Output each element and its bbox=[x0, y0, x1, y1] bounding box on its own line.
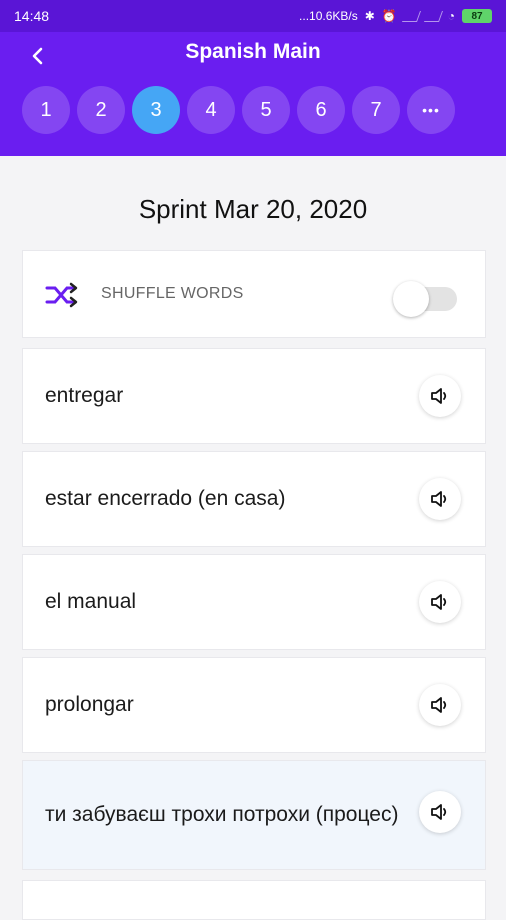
battery-level: 87 bbox=[471, 10, 483, 22]
word-card[interactable]: estar encerrado (en casa) bbox=[22, 451, 486, 547]
word-card-partial[interactable] bbox=[22, 880, 486, 920]
word-text: entregar bbox=[45, 384, 124, 408]
bluetooth-icon: ✱ bbox=[364, 9, 375, 23]
word-text: prolongar bbox=[45, 693, 134, 717]
word-card[interactable]: entregar bbox=[22, 348, 486, 444]
sprint-title: Sprint Mar 20, 2020 bbox=[138, 194, 368, 224]
status-bar: 14:48 ...10.6KB/s ✱ ⏰ ◔ 87 bbox=[0, 0, 506, 32]
wifi-icon: ◔ bbox=[447, 9, 455, 23]
word-text: estar encerrado (en casa) bbox=[45, 487, 286, 511]
status-icons: ...10.6KB/s ✱ ⏰ ◔ 87 bbox=[299, 9, 492, 23]
app-header: Spanish Main 1 2 3 4 5 6 7 ••• bbox=[0, 32, 506, 156]
tab-1[interactable]: 1 bbox=[22, 86, 70, 134]
signal-icon-2 bbox=[423, 10, 443, 22]
shuffle-label: SHUFFLE WORDS bbox=[101, 285, 244, 302]
word-text: ти забуваєш трохи потрохи (процес) bbox=[45, 803, 399, 827]
speaker-icon bbox=[431, 804, 447, 820]
shuffle-card: SHUFFLE WORDS bbox=[22, 250, 486, 338]
sprint-tabs: 1 2 3 4 5 6 7 ••• bbox=[22, 86, 455, 134]
network-speed: ...10.6KB/s bbox=[299, 9, 358, 23]
tab-2[interactable]: 2 bbox=[77, 86, 125, 134]
word-card[interactable]: el manual bbox=[22, 554, 486, 650]
speaker-button[interactable] bbox=[419, 478, 461, 520]
alarm-icon: ⏰ bbox=[381, 9, 397, 23]
speaker-button[interactable] bbox=[419, 684, 461, 726]
toggle-knob bbox=[393, 281, 429, 317]
speaker-icon bbox=[431, 388, 447, 404]
tab-more[interactable]: ••• bbox=[407, 86, 455, 134]
shuffle-toggle[interactable] bbox=[393, 275, 457, 317]
tab-4[interactable]: 4 bbox=[187, 86, 235, 134]
word-text: el manual bbox=[45, 590, 137, 614]
word-card[interactable]: prolongar bbox=[22, 657, 486, 753]
tab-5[interactable]: 5 bbox=[242, 86, 290, 134]
page-title: Spanish Main bbox=[185, 40, 321, 63]
speaker-icon bbox=[431, 491, 447, 507]
speaker-button[interactable] bbox=[419, 791, 461, 833]
signal-icon bbox=[401, 10, 421, 22]
speaker-button[interactable] bbox=[419, 581, 461, 623]
shuffle-icon bbox=[45, 282, 78, 308]
main-content: Sprint Mar 20, 2020 SHUFFLE WORDS entreg… bbox=[0, 156, 506, 920]
speaker-icon bbox=[431, 697, 447, 713]
speaker-button[interactable] bbox=[419, 375, 461, 417]
tab-3[interactable]: 3 bbox=[132, 86, 180, 134]
word-card[interactable]: ти забуваєш трохи потрохи (процес) bbox=[22, 760, 486, 870]
tab-6[interactable]: 6 bbox=[297, 86, 345, 134]
battery-icon: 87 bbox=[462, 9, 492, 23]
tab-7[interactable]: 7 bbox=[352, 86, 400, 134]
status-time: 14:48 bbox=[14, 8, 50, 24]
speaker-icon bbox=[431, 594, 447, 610]
